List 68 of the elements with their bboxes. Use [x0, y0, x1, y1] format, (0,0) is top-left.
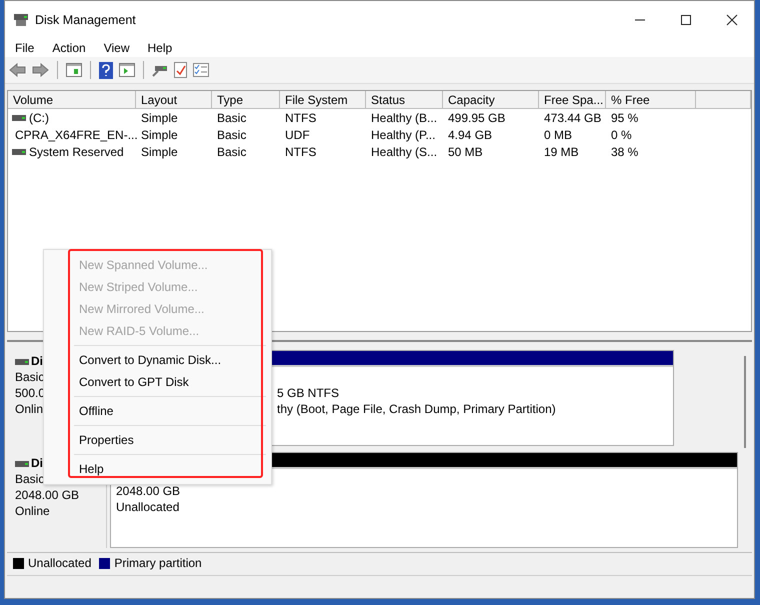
- table-cell: 499.95 GB: [448, 110, 506, 124]
- table-cell: Simple: [141, 144, 178, 158]
- disk-name: Di: [31, 456, 43, 471]
- disk-status: Onlin: [15, 402, 44, 417]
- table-cell: 473.44 GB: [544, 110, 602, 124]
- table-cell: Basic: [217, 128, 246, 142]
- partition-text: thy (Boot, Page File, Crash Dump, Primary Partition): [277, 401, 557, 417]
- legend-label: Primary partition: [114, 556, 202, 570]
- disk-type: Basic: [15, 472, 44, 487]
- back-arrow-icon[interactable]: [9, 63, 26, 77]
- column-header[interactable]: Layout: [136, 91, 212, 109]
- scrollbar[interactable]: [744, 356, 746, 448]
- table-cell: Simple: [141, 110, 178, 124]
- legend-label: Unallocated: [28, 556, 92, 570]
- partition-text: 5 GB NTFS: [277, 385, 340, 401]
- table-cell: NTFS: [285, 110, 316, 124]
- drive-icon: [15, 358, 29, 364]
- table-cell: (C:): [29, 110, 49, 124]
- table-cell: 0 %: [611, 128, 632, 142]
- table-cell: Simple: [141, 128, 178, 142]
- table-cell: 38 %: [611, 144, 638, 158]
- column-header[interactable]: % Free: [606, 91, 696, 109]
- disk-drive-icon: [13, 13, 29, 27]
- column-header[interactable]: File System: [280, 91, 366, 109]
- disk-name: Di: [31, 354, 43, 369]
- table-cell: Basic: [217, 144, 246, 158]
- column-header[interactable]: Free Spa...: [539, 91, 606, 109]
- table-cell: Basic: [217, 110, 246, 124]
- table-cell: Healthy (S...: [371, 144, 438, 158]
- table-cell: NTFS: [285, 144, 316, 158]
- menu-item[interactable]: File: [15, 41, 34, 55]
- panel-icon[interactable]: [66, 63, 82, 77]
- checklist-icon[interactable]: [193, 63, 209, 77]
- connect-icon[interactable]: [152, 63, 168, 77]
- drive-icon: [12, 114, 26, 120]
- column-header: [696, 91, 751, 109]
- menu-item[interactable]: View: [104, 41, 130, 55]
- disk-type: Basic: [15, 370, 44, 385]
- forward-arrow-icon[interactable]: [32, 63, 49, 77]
- partition-block[interactable]: 2048.00 GB Unallocated: [110, 452, 738, 548]
- checked-document-icon[interactable]: [174, 62, 187, 78]
- table-cell: 19 MB: [544, 144, 579, 158]
- partition-text: 2048.00 GB: [116, 483, 182, 499]
- table-cell: Healthy (P...: [371, 128, 436, 142]
- help-icon[interactable]: [99, 62, 113, 78]
- close-icon[interactable]: [726, 14, 738, 26]
- table-cell: System Reserved: [29, 144, 124, 158]
- column-header[interactable]: Type: [212, 91, 280, 109]
- disk-status: Online: [15, 504, 50, 519]
- table-cell: UDF: [285, 128, 310, 142]
- table-cell: 50 MB: [448, 144, 483, 158]
- menu-item[interactable]: Action: [52, 41, 86, 55]
- table-cell: Healthy (B...: [371, 110, 438, 124]
- partition-text: Unallocated: [116, 499, 180, 515]
- column-header[interactable]: Volume: [8, 91, 136, 109]
- maximize-icon[interactable]: [680, 14, 692, 26]
- drive-icon: [12, 148, 26, 154]
- column-header[interactable]: Status: [366, 91, 443, 109]
- disk-size: 2048.00 GB: [15, 488, 80, 503]
- panel-icon[interactable]: [119, 63, 135, 77]
- table-cell: CPRA_X64FRE_EN-...: [15, 128, 138, 142]
- table-cell: 95 %: [611, 110, 638, 124]
- table-cell: 0 MB: [544, 128, 572, 142]
- window-title: Disk Management: [35, 13, 136, 27]
- menu-item[interactable]: Help: [148, 41, 172, 55]
- table-cell: 4.94 GB: [448, 128, 492, 142]
- column-header[interactable]: Capacity: [443, 91, 539, 109]
- drive-icon: [15, 460, 29, 466]
